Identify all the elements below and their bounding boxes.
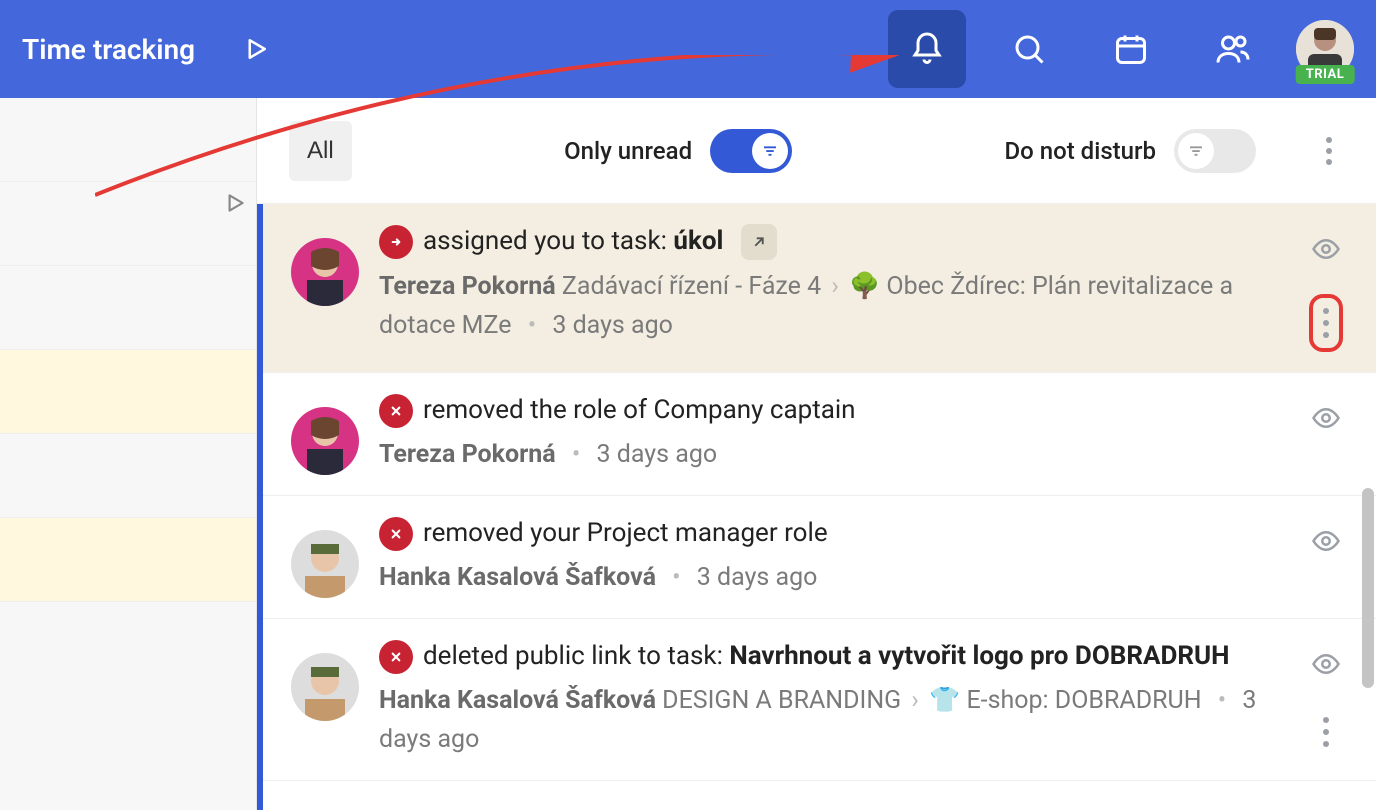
calendar-button[interactable] bbox=[1092, 10, 1170, 88]
notification-meta: Tereza Pokorná Zadávací řízení - Fáze 4 … bbox=[379, 268, 1298, 346]
sidebar-row[interactable] bbox=[0, 182, 256, 266]
app-header: Time tracking TRIAL bbox=[0, 0, 1376, 98]
filter-all-button[interactable]: All bbox=[289, 121, 352, 181]
notification-item[interactable]: assigned you to task: úkol Tereza Pokorn… bbox=[263, 204, 1376, 373]
sidebar-row[interactable] bbox=[0, 98, 256, 182]
trial-badge: TRIAL bbox=[1296, 65, 1355, 84]
dnd-label: Do not disturb bbox=[1005, 137, 1157, 165]
sidebar-row[interactable] bbox=[0, 350, 256, 434]
only-unread-label: Only unread bbox=[564, 137, 692, 165]
search-button[interactable] bbox=[990, 10, 1068, 88]
filter-more-button[interactable] bbox=[1314, 125, 1344, 177]
notification-title: assigned you to task: úkol bbox=[423, 224, 723, 259]
notification-title: removed your Project manager role bbox=[423, 516, 828, 551]
sidebar bbox=[0, 98, 257, 810]
mark-read-button[interactable] bbox=[1311, 649, 1341, 683]
sidebar-row[interactable] bbox=[0, 434, 256, 518]
removed-icon bbox=[379, 517, 413, 551]
header-actions: TRIAL bbox=[888, 10, 1354, 88]
notification-meta: Tereza Pokorná • 3 days ago bbox=[379, 436, 1298, 475]
avatar bbox=[291, 653, 359, 721]
mark-read-button[interactable] bbox=[1311, 234, 1341, 268]
avatar bbox=[291, 530, 359, 598]
dnd-toggle[interactable] bbox=[1174, 129, 1256, 173]
notification-item[interactable]: removed the role of Company captain Tere… bbox=[263, 373, 1376, 496]
notification-item[interactable]: removed your Project manager role Hanka … bbox=[263, 496, 1376, 619]
people-button[interactable] bbox=[1194, 10, 1272, 88]
only-unread-toggle[interactable] bbox=[710, 129, 792, 173]
play-icon[interactable] bbox=[241, 34, 271, 64]
avatar bbox=[291, 407, 359, 475]
notifications-button[interactable] bbox=[888, 10, 966, 88]
item-more-button[interactable] bbox=[1315, 709, 1337, 755]
sidebar-row[interactable] bbox=[0, 518, 256, 602]
scrollbar[interactable] bbox=[1362, 488, 1374, 688]
removed-icon bbox=[379, 394, 413, 428]
notification-title: deleted public link to task: Navrhnout a… bbox=[423, 639, 1230, 674]
avatar bbox=[291, 238, 359, 306]
notifications-panel: All Only unread Do not disturb bbox=[257, 98, 1376, 810]
notification-title: removed the role of Company captain bbox=[423, 393, 856, 428]
page-title: Time tracking bbox=[22, 33, 195, 66]
filter-bar: All Only unread Do not disturb bbox=[257, 98, 1376, 204]
mark-read-button[interactable] bbox=[1311, 526, 1341, 560]
notification-meta: Hanka Kasalová Šafková DESIGN A BRANDING… bbox=[379, 682, 1298, 760]
notification-item[interactable]: deleted public link to task: Navrhnout a… bbox=[263, 619, 1376, 781]
notification-list: assigned you to task: úkol Tereza Pokorn… bbox=[257, 204, 1376, 810]
user-avatar[interactable]: TRIAL bbox=[1296, 20, 1354, 78]
sidebar-row[interactable] bbox=[0, 266, 256, 350]
mark-read-button[interactable] bbox=[1311, 403, 1341, 437]
open-link-icon[interactable] bbox=[741, 224, 777, 260]
item-more-button[interactable] bbox=[1309, 294, 1343, 352]
play-icon[interactable] bbox=[222, 190, 248, 220]
notification-meta: Hanka Kasalová Šafková • 3 days ago bbox=[379, 559, 1298, 598]
assigned-icon bbox=[379, 225, 413, 259]
removed-icon bbox=[379, 640, 413, 674]
